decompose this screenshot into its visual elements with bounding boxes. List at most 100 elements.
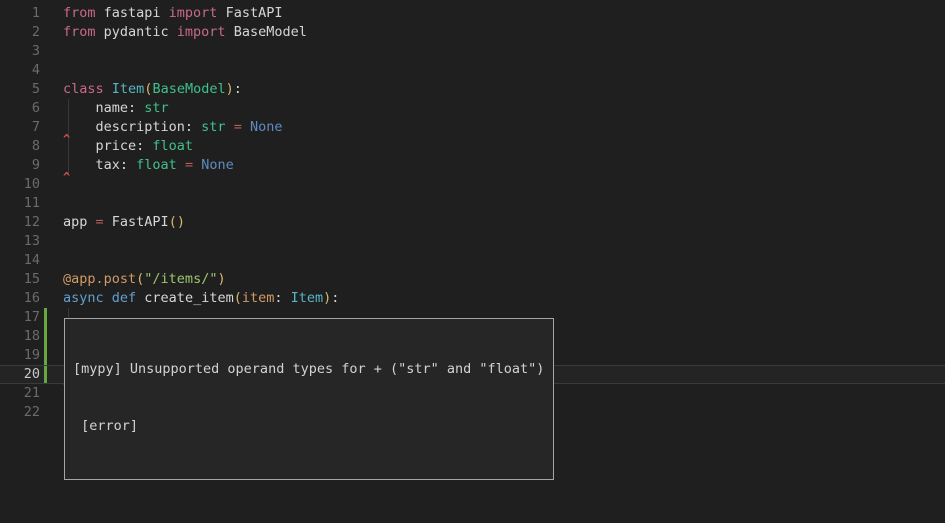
line-number[interactable]: 17 — [0, 308, 40, 327]
code-token — [104, 81, 112, 97]
code-token: from — [63, 24, 96, 40]
code-token: price: — [63, 138, 152, 154]
line-number[interactable]: 22 — [0, 403, 40, 422]
line-number[interactable]: 3 — [0, 42, 40, 61]
code-line[interactable]: 7 description: str = None^ — [0, 118, 945, 137]
code-token: ) — [226, 81, 234, 97]
code-token: app — [63, 214, 96, 230]
code-line[interactable]: 6 name: str — [0, 99, 945, 118]
line-number[interactable]: 8 — [0, 137, 40, 156]
code-token: fastapi — [96, 5, 169, 21]
line-number[interactable]: 1 — [0, 4, 40, 23]
line-number[interactable]: 2 — [0, 23, 40, 42]
code-text: description: str = None — [63, 118, 283, 137]
code-token: None — [250, 119, 283, 135]
code-text: name: str — [63, 99, 169, 118]
line-number[interactable]: 11 — [0, 194, 40, 213]
git-added-bar — [44, 346, 47, 365]
code-editor[interactable]: 1 from fastapi import FastAPI 2 from pydant… — [0, 0, 945, 523]
code-token: from — [63, 5, 96, 21]
git-added-bar — [44, 308, 47, 327]
git-added-bar — [44, 366, 47, 383]
code-line[interactable]: 2 from pydantic import BaseModel — [0, 23, 945, 42]
tooltip-message-line2: [error] — [73, 417, 544, 436]
code-token — [226, 119, 234, 135]
code-token: ) — [217, 271, 225, 287]
code-line[interactable]: 5 class Item(BaseModel): — [0, 80, 945, 99]
code-token: : — [331, 290, 339, 306]
code-token — [104, 290, 112, 306]
code-line[interactable]: 8 price: float — [0, 137, 945, 156]
code-token: float — [136, 157, 177, 173]
code-text: async def create_item(item: Item): — [63, 289, 339, 308]
code-token: Item — [112, 81, 145, 97]
code-line[interactable]: 3 — [0, 42, 945, 61]
git-added-bar — [44, 327, 47, 346]
code-token: def — [112, 290, 136, 306]
line-number[interactable]: 4 — [0, 61, 40, 80]
code-line[interactable]: 11 — [0, 194, 945, 213]
code-token: class — [63, 81, 104, 97]
line-number[interactable]: 5 — [0, 80, 40, 99]
code-token — [242, 119, 250, 135]
code-token: None — [201, 157, 234, 173]
diagnostic-tooltip: [mypy] Unsupported operand types for + (… — [64, 318, 554, 480]
code-line[interactable]: 9 tax: float = None^ — [0, 156, 945, 175]
code-token: Item — [291, 290, 324, 306]
code-token: async — [63, 290, 104, 306]
code-token: tax: — [63, 157, 136, 173]
line-number[interactable]: 7 — [0, 118, 40, 137]
code-token: import — [177, 24, 226, 40]
line-number[interactable]: 14 — [0, 251, 40, 270]
code-token: : — [234, 81, 242, 97]
code-text: app = FastAPI() — [63, 213, 185, 232]
code-line[interactable]: 4 — [0, 61, 945, 80]
line-number[interactable]: 16 — [0, 289, 40, 308]
code-line[interactable]: 14 — [0, 251, 945, 270]
line-number[interactable]: 18 — [0, 327, 40, 346]
line-number[interactable]: 21 — [0, 384, 40, 403]
code-token: create_item — [136, 290, 234, 306]
line-number[interactable]: 10 — [0, 175, 40, 194]
code-token: ( — [234, 290, 242, 306]
code-token: str — [144, 100, 168, 116]
code-token: FastAPI — [217, 5, 282, 21]
code-token — [193, 157, 201, 173]
code-token: ) — [177, 214, 185, 230]
line-number[interactable]: 19 — [0, 346, 40, 365]
code-token: float — [152, 138, 193, 154]
code-token — [177, 157, 185, 173]
line-number[interactable]: 9 — [0, 156, 40, 175]
code-line[interactable]: 1 from fastapi import FastAPI — [0, 4, 945, 23]
line-number[interactable]: 12 — [0, 213, 40, 232]
code-token: import — [169, 5, 218, 21]
code-text: tax: float = None — [63, 156, 234, 175]
code-text: from fastapi import FastAPI — [63, 4, 282, 23]
indent-guide — [68, 99, 69, 118]
code-token: ( — [169, 214, 177, 230]
error-caret-icon: ^ — [63, 130, 70, 149]
code-token: item — [242, 290, 275, 306]
line-number[interactable]: 20 — [0, 366, 40, 383]
code-line[interactable]: 15 @app.post("/items/") — [0, 270, 945, 289]
code-token: str — [201, 119, 225, 135]
code-token: @app.post — [63, 271, 136, 287]
code-text: from pydantic import BaseModel — [63, 23, 307, 42]
code-token: = — [96, 214, 104, 230]
code-line[interactable]: 10 — [0, 175, 945, 194]
code-token: = — [185, 157, 193, 173]
code-text: @app.post("/items/") — [63, 270, 226, 289]
code-text: price: float — [63, 137, 193, 156]
code-line[interactable]: 13 — [0, 232, 945, 251]
code-token: name: — [63, 100, 144, 116]
code-token: pydantic — [96, 24, 177, 40]
code-token: BaseModel — [226, 24, 307, 40]
line-number[interactable]: 13 — [0, 232, 40, 251]
code-line[interactable]: 16 async def create_item(item: Item): — [0, 289, 945, 308]
code-token: description: — [63, 119, 201, 135]
line-number[interactable]: 15 — [0, 270, 40, 289]
code-token: BaseModel — [152, 81, 225, 97]
code-line[interactable]: 12 app = FastAPI() — [0, 213, 945, 232]
code-text: class Item(BaseModel): — [63, 80, 242, 99]
line-number[interactable]: 6 — [0, 99, 40, 118]
